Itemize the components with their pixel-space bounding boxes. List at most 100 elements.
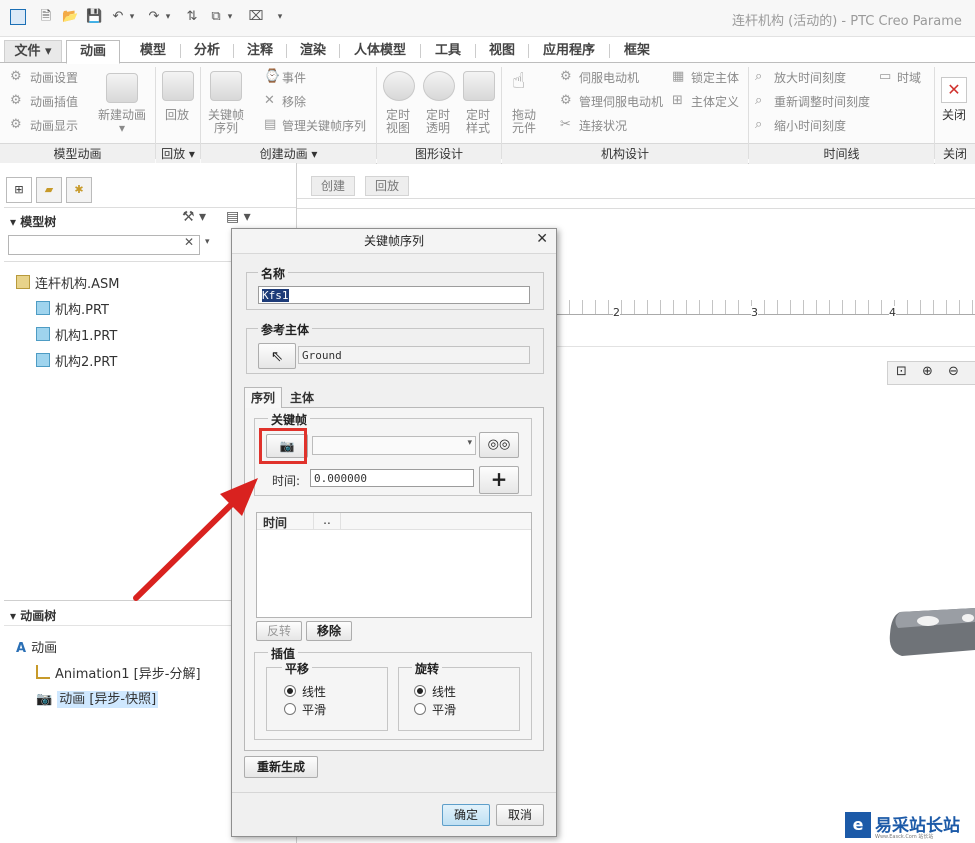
customize-icon[interactable]: ▾	[272, 9, 288, 25]
model-part-3d	[888, 604, 975, 660]
redo-dropdown-icon[interactable]: ▾	[160, 9, 176, 25]
tab-render[interactable]: 渲染	[287, 40, 339, 62]
timed-style-button[interactable]: 定时 样式	[458, 109, 498, 135]
select-ref-button[interactable]: ⇖	[258, 343, 296, 369]
anim-interp-button[interactable]: 动画插值	[30, 93, 78, 110]
tab-applications[interactable]: 应用程序	[529, 40, 609, 62]
anim-settings-button[interactable]: 动画设置	[30, 69, 78, 86]
timeline-playback-button[interactable]: 回放	[365, 176, 409, 196]
title-bar: 🗎 📂 💾 ↶ ▾ ↷ ▾ ⇅ ⧉ ▾ ⌧ ▾ 连杆机构 (活动的) - PTC…	[0, 0, 975, 37]
cancel-button[interactable]: 取消	[496, 804, 544, 826]
view-keyframe-button[interactable]: ◎◎	[479, 432, 519, 458]
window-dropdown-icon[interactable]: ▾	[222, 9, 238, 25]
translate-smooth-radio[interactable]: 平滑	[284, 701, 326, 718]
anim-display-button[interactable]: 动画显示	[30, 117, 78, 134]
playback-button[interactable]: 回放	[155, 109, 199, 122]
zoom-out-icon[interactable]: ⊖	[948, 364, 959, 379]
tree-filter-icon[interactable]: ▤ ▾	[226, 209, 251, 225]
connection-button[interactable]: 连接状况	[579, 117, 627, 134]
readjust-time-button[interactable]: 重新调整时间刻度	[774, 93, 870, 110]
close-button[interactable]: 关闭	[934, 109, 974, 122]
group-mechanism: 机构设计	[502, 143, 748, 164]
ribbon-tabs: 文件 ▾ 动画 模型 分析 注释 渲染 人体模型 工具 视图 应用程序 框架	[0, 40, 975, 64]
chevron-down-icon: ▾	[467, 438, 472, 448]
event-button[interactable]: 事件	[282, 69, 306, 86]
rotate-linear-radio[interactable]: 线性	[414, 683, 456, 700]
new-file-icon[interactable]: 🗎	[38, 9, 54, 25]
new-anim-button[interactable]: 新建动画 ▾	[92, 109, 152, 135]
tree-settings-icon[interactable]: ⚒ ▾	[182, 209, 206, 225]
regenerate-icon[interactable]: ⇅	[184, 9, 200, 25]
manage-servo-button[interactable]: 管理伺服电动机	[579, 93, 663, 110]
rotate-smooth-radio[interactable]: 平滑	[414, 701, 456, 718]
name-input[interactable]: Kfs1	[258, 286, 530, 304]
ref-body-field: Ground	[298, 346, 530, 364]
tab-file[interactable]: 文件 ▾	[4, 40, 62, 64]
tab-frame[interactable]: 框架	[610, 40, 664, 62]
folder-tab-icon[interactable]: ▰	[36, 177, 62, 203]
refit-icon[interactable]: ⊡	[896, 364, 907, 379]
zoom-in-icon[interactable]: ⊕	[922, 364, 933, 379]
tree-item-asm[interactable]: 连杆机构.ASM	[16, 273, 120, 292]
tab-tools[interactable]: 工具	[421, 40, 475, 62]
anim-interp-icon: ⚙	[10, 93, 22, 108]
tab-model[interactable]: 模型	[126, 40, 180, 62]
app-logo-icon[interactable]	[10, 9, 26, 25]
servo-button[interactable]: 伺服电动机	[579, 69, 639, 86]
lock-body-button[interactable]: 锁定主体	[691, 69, 739, 86]
drag-component-button[interactable]: 拖动 元件	[504, 109, 544, 135]
anim-tree-header[interactable]: ▾ 动画树	[10, 607, 56, 624]
tab-human-model[interactable]: 人体模型	[340, 40, 420, 62]
search-dropdown-icon[interactable]: ▾	[205, 237, 210, 247]
anim-tree-root[interactable]: A 动画	[16, 637, 57, 656]
glasses-icon: ◎◎	[487, 437, 511, 452]
favorites-tab-icon[interactable]: ✱	[66, 177, 92, 203]
group-graphic-design: 图形设计	[377, 143, 501, 164]
tab-animation[interactable]: 动画	[66, 40, 120, 64]
zoom-out-time-button[interactable]: 缩小时间刻度	[774, 117, 846, 134]
model-tree-header[interactable]: ▾ 模型树	[10, 213, 56, 230]
zoom-in-time-button[interactable]: 放大时间刻度	[774, 69, 846, 86]
translate-linear-radio[interactable]: 线性	[284, 683, 326, 700]
lock-body-icon: ▦	[672, 69, 685, 84]
remove-keyframe-button[interactable]: 移除	[306, 621, 352, 641]
save-icon[interactable]: 💾	[86, 9, 102, 25]
tick-3: 3	[751, 306, 758, 319]
body-def-button[interactable]: 主体定义	[691, 93, 739, 110]
tree-search-input[interactable]	[8, 235, 200, 255]
tree-item-part1[interactable]: 机构1.PRT	[36, 325, 117, 344]
add-keyframe-button[interactable]: +	[479, 466, 519, 494]
col-extra[interactable]: ..	[313, 513, 341, 529]
reverse-button[interactable]: 反转	[256, 621, 302, 641]
keyframe-dropdown[interactable]: ▾	[312, 436, 476, 455]
anim-tree-item-snapshot[interactable]: 📷 动画 [异步-快照]	[36, 688, 159, 708]
timeline-create-button[interactable]: 创建	[311, 176, 355, 196]
anim-tree-item-animation1[interactable]: Animation1 [异步-分解]	[36, 663, 201, 682]
clear-search-icon[interactable]: ✕	[184, 235, 194, 249]
tab-sequence[interactable]: 序列	[244, 387, 282, 408]
timed-view-button[interactable]: 定时 视图	[378, 109, 418, 135]
tab-body[interactable]: 主体	[284, 389, 320, 407]
remove-button[interactable]: 移除	[282, 93, 306, 110]
keyframe-label: 关键帧	[268, 411, 311, 428]
ok-button[interactable]: 确定	[442, 804, 490, 826]
manage-keyframe-button[interactable]: 管理关键帧序列	[282, 117, 366, 134]
keyframe-seq-button[interactable]: 关键帧 序列	[200, 109, 252, 135]
open-folder-icon[interactable]: 📂	[62, 9, 78, 25]
readjust-time-icon: ⌕	[755, 93, 763, 108]
dialog-close-icon[interactable]: ✕	[536, 231, 548, 247]
camera-icon	[106, 73, 138, 103]
close-window-icon[interactable]: ⌧	[248, 9, 264, 25]
model-tree-tab-icon[interactable]: ⊞	[6, 177, 32, 203]
time-input[interactable]: 0.000000	[310, 469, 474, 487]
timedomain-button[interactable]: 时域	[897, 69, 921, 86]
tree-item-part[interactable]: 机构.PRT	[36, 299, 109, 318]
name-label: 名称	[258, 265, 289, 282]
tab-analysis[interactable]: 分析	[181, 40, 233, 62]
tab-annotate[interactable]: 注释	[234, 40, 286, 62]
tree-item-part2[interactable]: 机构2.PRT	[36, 351, 117, 370]
timed-transparency-button[interactable]: 定时 透明	[418, 109, 458, 135]
regenerate-button[interactable]: 重新生成	[244, 756, 318, 778]
undo-dropdown-icon[interactable]: ▾	[124, 9, 140, 25]
tab-view[interactable]: 视图	[476, 40, 528, 62]
